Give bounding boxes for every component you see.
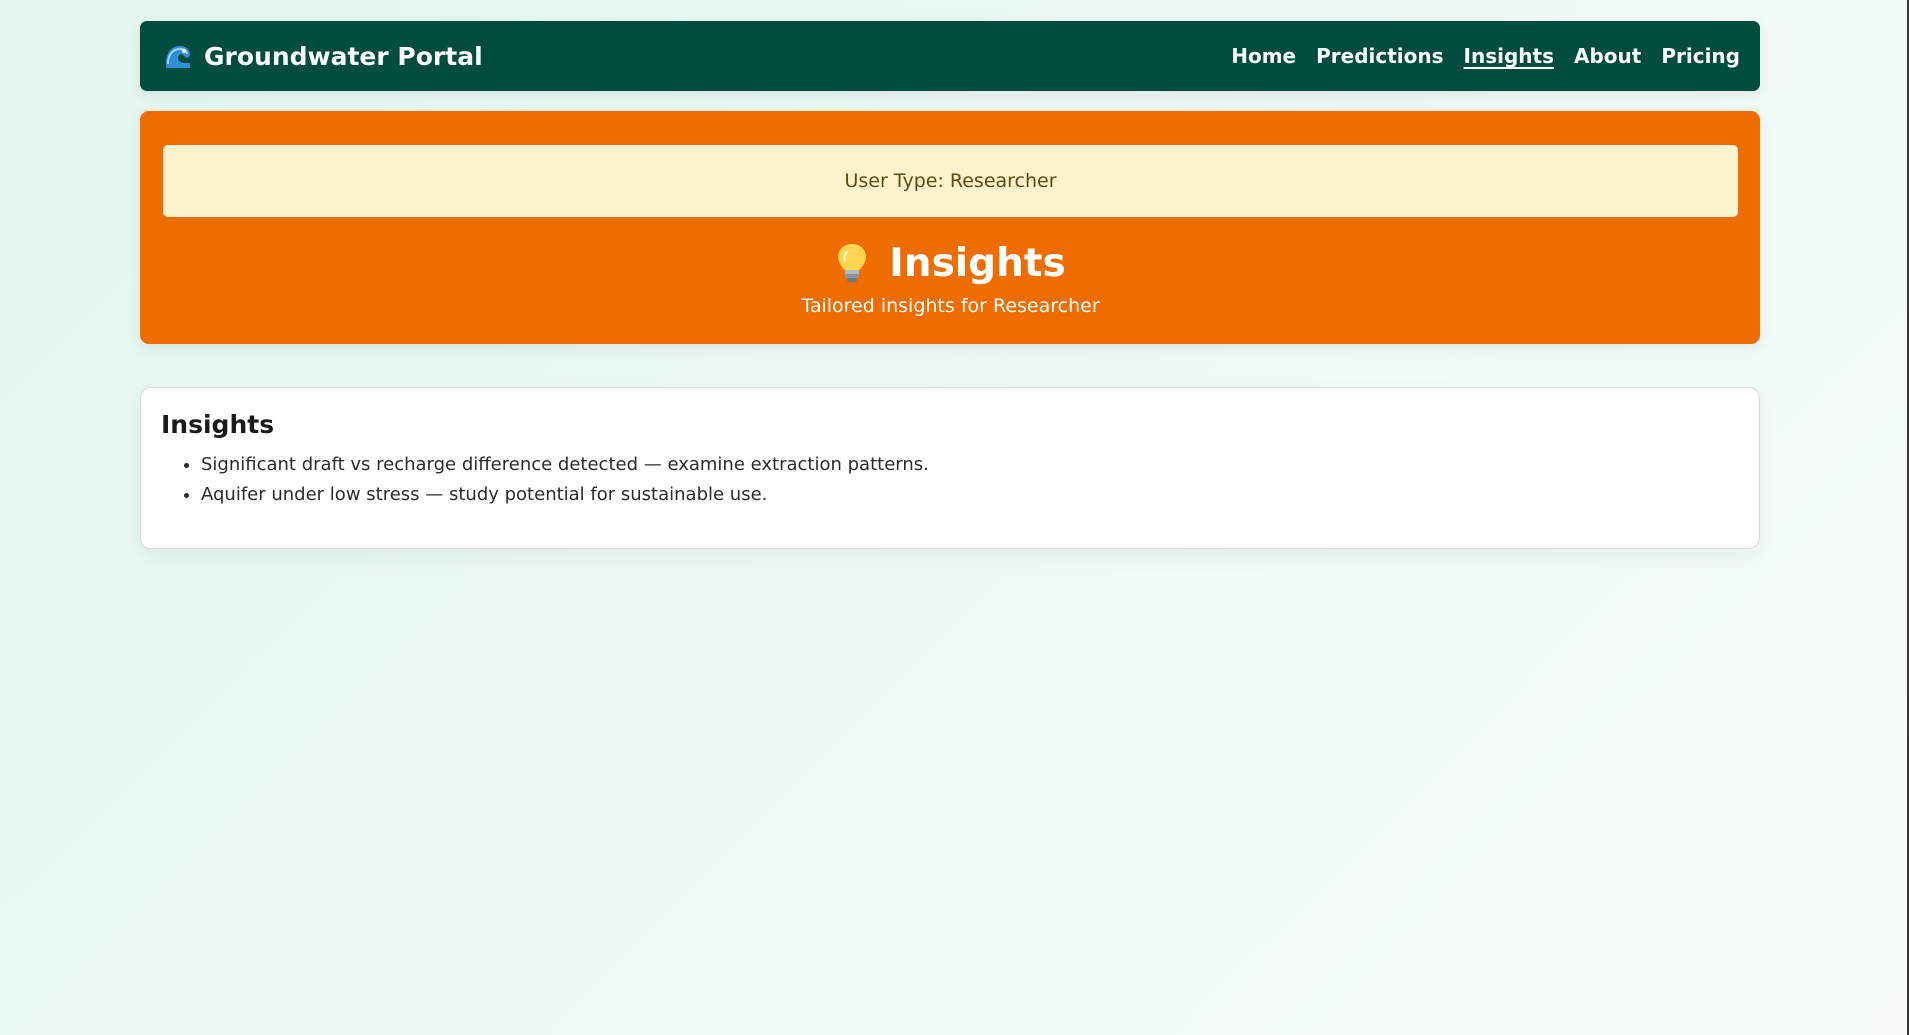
nav-link-about[interactable]: About xyxy=(1574,44,1641,68)
list-item: Significant draft vs recharge difference… xyxy=(201,450,1739,480)
nav-link-insights[interactable]: Insights xyxy=(1464,44,1554,68)
insights-card: Insights Significant draft vs recharge d… xyxy=(140,387,1760,549)
lightbulb-icon xyxy=(835,242,869,284)
brand-title: Groundwater Portal xyxy=(204,41,483,71)
nav-link-pricing[interactable]: Pricing xyxy=(1661,44,1740,68)
page-title: Insights xyxy=(889,240,1066,286)
hero-heading: Insights xyxy=(163,239,1738,287)
insights-list: Significant draft vs recharge difference… xyxy=(161,450,1739,510)
brand-link[interactable]: Groundwater Portal xyxy=(164,42,483,71)
list-item: Aquifer under low stress — study potenti… xyxy=(201,480,1739,510)
user-type-badge: User Type: Researcher xyxy=(163,145,1738,217)
insights-card-title: Insights xyxy=(161,410,275,439)
wave-icon xyxy=(164,42,192,70)
nav-link-predictions[interactable]: Predictions xyxy=(1316,44,1443,68)
hero-subtitle: Tailored insights for Researcher xyxy=(801,295,1100,317)
top-navbar: Groundwater Portal Home Predictions Insi… xyxy=(140,21,1760,91)
nav-link-home[interactable]: Home xyxy=(1231,44,1296,68)
hero-banner: User Type: Researcher Insights Tailored … xyxy=(140,111,1760,344)
nav-links: Home Predictions Insights About Pricing xyxy=(1211,44,1740,68)
page-container: Groundwater Portal Home Predictions Insi… xyxy=(140,21,1760,549)
